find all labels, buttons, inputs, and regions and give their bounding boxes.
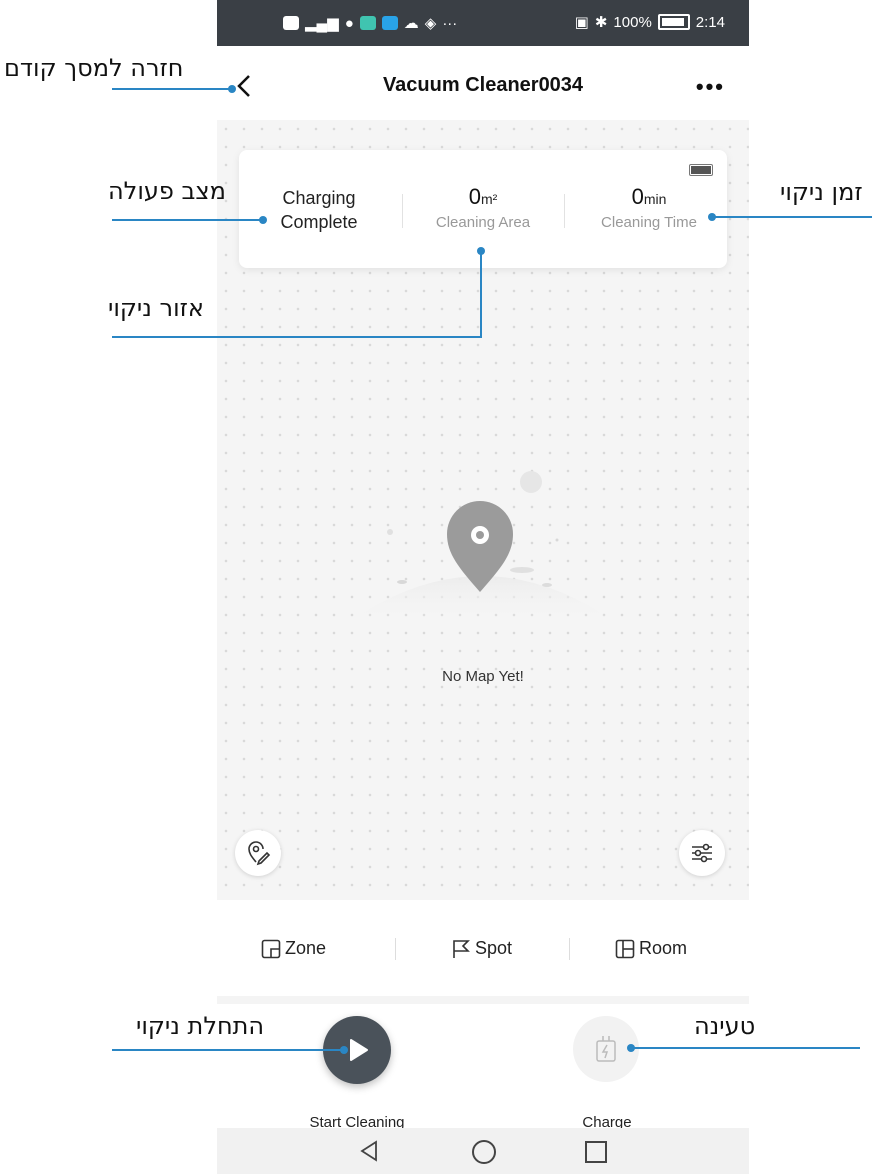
annotation-dot xyxy=(708,213,716,221)
location-edit-icon xyxy=(248,841,271,866)
zone-icon xyxy=(261,939,281,958)
battery-icon xyxy=(657,14,690,30)
room-icon xyxy=(615,939,635,958)
sliders-icon xyxy=(692,843,712,863)
flag-icon xyxy=(453,939,470,958)
annotation-line xyxy=(112,88,230,90)
status-icons-right: ▣ ✱ 100% 2:14 xyxy=(574,13,725,32)
status-icons-left: ▂▄▆ ● ☁ ◈ ··· xyxy=(283,14,457,32)
cleaning-mode-tabs: Zone Spot Room xyxy=(217,900,749,1004)
map-area[interactable]: Charging Complete 0m² Cleaning Area 0min… xyxy=(217,120,749,900)
cleaning-time-value: 0 xyxy=(631,184,644,209)
shield-icon: ◈ xyxy=(424,15,437,32)
work-mode-line1: Charging xyxy=(282,188,356,208)
annotation-time: זמן ניקוי xyxy=(780,178,863,206)
cleaning-area-stat: 0m² Cleaning Area xyxy=(409,184,557,231)
tab-divider xyxy=(569,938,570,960)
annotation-dot xyxy=(228,85,236,93)
cloud-icon: ☁ xyxy=(403,15,419,32)
annotation-back: חזרה למסך קודם xyxy=(4,54,184,82)
phone-screen: ▂▄▆ ● ☁ ◈ ··· ▣ ✱ 100% 2:14 Vacuum Clean… xyxy=(217,0,749,1174)
annotation-line xyxy=(112,219,262,221)
app-icon xyxy=(381,16,398,30)
annotation-start: התחלת ניקוי xyxy=(136,1012,265,1040)
bluetooth-icon: ✱ xyxy=(594,14,608,31)
wechat-icon: ● xyxy=(344,14,354,32)
system-nav-bar xyxy=(217,1128,749,1174)
work-mode: Charging Complete xyxy=(259,186,379,234)
no-map-illustration xyxy=(349,471,615,622)
robot-battery-icon xyxy=(689,164,713,176)
annotation-dot xyxy=(340,1046,348,1054)
annotation-area: אזור ניקוי xyxy=(108,294,204,322)
annotation-dot xyxy=(259,216,267,224)
signal-icon: ▂▄▆ xyxy=(305,15,339,32)
annotation-mode: מצב פעולה xyxy=(108,177,226,205)
annotation-line xyxy=(112,336,482,338)
annotation-dot xyxy=(627,1044,635,1052)
annotation-dot xyxy=(477,247,485,255)
tab-zone[interactable]: Zone xyxy=(261,938,326,959)
settings-button[interactable] xyxy=(679,830,725,876)
nav-home-icon[interactable] xyxy=(472,1140,496,1164)
annotation-line xyxy=(480,252,482,338)
tab-spot-label: Spot xyxy=(475,938,513,958)
tab-divider xyxy=(395,938,396,960)
cleaning-time-stat: 0min Cleaning Time xyxy=(579,184,719,231)
cleaning-area-unit: m² xyxy=(480,191,498,207)
divider xyxy=(402,194,403,228)
annotation-line xyxy=(112,1049,344,1051)
tab-room[interactable]: Room xyxy=(615,938,687,959)
divider xyxy=(564,194,565,228)
action-bar: Start Cleaning Charge xyxy=(217,1004,749,1140)
battery-percent: 100% xyxy=(613,13,652,31)
cleaning-area-label: Cleaning Area xyxy=(435,214,531,231)
more-notifications-icon: ··· xyxy=(442,14,458,32)
work-mode-line2: Complete xyxy=(280,212,358,232)
annotation-charge: טעינה xyxy=(694,1012,756,1040)
cleaning-time-unit: min xyxy=(643,191,667,207)
hd-icon xyxy=(283,16,299,30)
tab-room-label: Room xyxy=(639,938,688,958)
nav-back-icon[interactable] xyxy=(359,1140,379,1162)
nfc-icon: ▣ xyxy=(574,14,589,31)
page-title: Vacuum Cleaner0034 xyxy=(382,74,584,96)
cleaning-time-label: Cleaning Time xyxy=(601,214,697,231)
tab-zone-label: Zone xyxy=(285,938,327,958)
cleaning-area-value: 0 xyxy=(468,184,481,209)
tab-spot[interactable]: Spot xyxy=(451,938,512,959)
nav-recent-icon[interactable] xyxy=(585,1141,607,1163)
app-header: Vacuum Cleaner0034 ••• xyxy=(217,46,749,120)
annotation-line xyxy=(632,1047,860,1049)
no-map-text: No Map Yet! xyxy=(442,668,524,685)
charge-icon xyxy=(596,1036,616,1062)
clock: 2:14 xyxy=(695,13,725,31)
annotation-line xyxy=(712,216,872,218)
more-options-button[interactable]: ••• xyxy=(696,74,725,100)
app-icon xyxy=(359,16,376,30)
status-bar: ▂▄▆ ● ☁ ◈ ··· ▣ ✱ 100% 2:14 xyxy=(217,0,749,46)
map-edit-button[interactable] xyxy=(235,830,281,876)
